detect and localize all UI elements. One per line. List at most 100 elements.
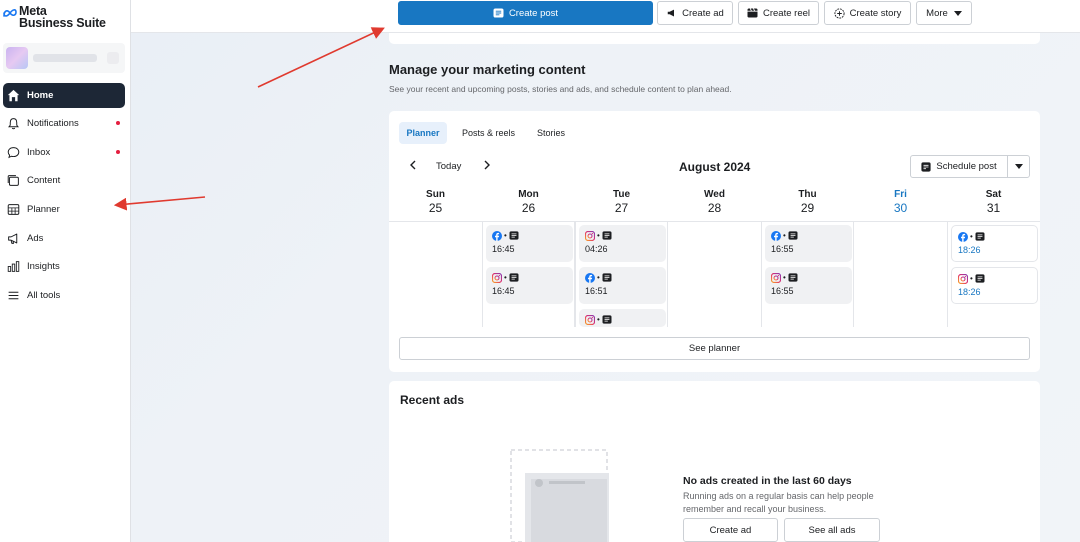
- sidebar-item-inbox[interactable]: Inbox: [3, 140, 125, 165]
- sidebar-item-label: All tools: [27, 290, 61, 301]
- clapperboard-icon: [747, 8, 758, 18]
- sidebar-item-content[interactable]: Content: [3, 168, 125, 193]
- previous-week-button[interactable]: [405, 158, 419, 172]
- recent-ads-title: Recent ads: [400, 393, 465, 407]
- calendar-column-divider: [667, 222, 668, 327]
- sidebar-item-notifications[interactable]: Notifications: [3, 111, 125, 136]
- day-header-tue: Tue 27: [575, 189, 668, 215]
- sidebar-item-planner[interactable]: Planner: [3, 197, 125, 222]
- create-story-button[interactable]: Create story: [824, 1, 911, 25]
- caret-down-icon: [1014, 164, 1023, 169]
- empty-ads-illustration: [510, 449, 609, 542]
- post-platform-icons: •: [771, 230, 852, 241]
- post-type-icon: [788, 273, 798, 282]
- calendar-column-divider: [761, 222, 762, 327]
- day-number: 25: [428, 201, 443, 215]
- instagram-icon: [958, 273, 968, 284]
- see-all-ads-button[interactable]: See all ads: [784, 518, 880, 542]
- sidebar-item-insights[interactable]: Insights: [3, 254, 125, 279]
- more-button[interactable]: More: [916, 1, 972, 25]
- post-platform-icons: •: [958, 273, 1037, 284]
- schedule-dropdown-button[interactable]: [1007, 155, 1030, 178]
- chat-bubble-icon: [6, 146, 20, 160]
- empty-ads-title: No ads created in the last 60 days: [683, 475, 852, 487]
- create-reel-button[interactable]: Create reel: [738, 1, 819, 25]
- separator-dot: •: [597, 315, 600, 324]
- post-type-icon: [975, 232, 985, 241]
- calendar-post-item[interactable]: • 16:55: [765, 225, 852, 262]
- tab-stories[interactable]: Stories: [531, 122, 571, 144]
- sidebar-item-all-tools[interactable]: All tools: [3, 283, 125, 308]
- post-time: 04:26: [585, 244, 608, 254]
- post-time: 16:51: [585, 286, 608, 296]
- section-title: Manage your marketing content: [389, 62, 586, 77]
- day-header-fri: Fri 30: [854, 189, 947, 215]
- day-name: Sat: [985, 189, 1002, 200]
- create-ad-cta-button[interactable]: Create ad: [683, 518, 778, 542]
- calendar-column-divider: [947, 222, 948, 327]
- previous-card-stub: [389, 33, 1040, 44]
- account-avatar: [6, 47, 28, 69]
- post-time: 18:26: [958, 287, 981, 297]
- post-platform-icons: •: [492, 272, 573, 283]
- sidebar-item-home[interactable]: Home: [3, 83, 125, 108]
- bar-chart-icon: [6, 260, 20, 274]
- sidebar-item-label: Content: [27, 175, 61, 186]
- home-icon: [6, 89, 20, 103]
- tab-posts-reels[interactable]: Posts & reels: [456, 122, 521, 144]
- facebook-icon: [771, 230, 781, 241]
- today-button[interactable]: Today: [436, 161, 461, 172]
- calendar-post-item[interactable]: • 16:45: [486, 267, 573, 304]
- post-type-icon: [975, 274, 985, 283]
- separator-dot: •: [504, 231, 507, 240]
- separator-dot: •: [970, 232, 973, 241]
- calendar-post-item[interactable]: • 18:26: [951, 225, 1038, 262]
- create-reel-label: Create reel: [763, 7, 810, 19]
- tab-planner[interactable]: Planner: [399, 122, 447, 144]
- next-week-button[interactable]: [480, 158, 494, 172]
- post-time: 16:55: [771, 244, 794, 254]
- calendar-post-item[interactable]: •: [579, 309, 666, 327]
- schedule-post-button[interactable]: Schedule post: [910, 155, 1008, 178]
- top-toolbar: Create post Create ad Create reel Create…: [131, 0, 1080, 33]
- see-planner-button[interactable]: See planner: [399, 337, 1030, 360]
- sidebar-item-label: Insights: [27, 261, 60, 272]
- post-type-icon: [788, 231, 798, 240]
- schedule-icon: [921, 161, 931, 172]
- day-header-mon: Mon 26: [482, 189, 575, 215]
- post-platform-icons: •: [585, 314, 666, 325]
- meta-business-suite-logo[interactable]: Meta Business Suite: [2, 5, 106, 29]
- more-label: More: [926, 7, 948, 19]
- calendar-post-item[interactable]: • 16:55: [765, 267, 852, 304]
- post-time: 16:45: [492, 244, 515, 254]
- post-type-icon: [602, 273, 612, 282]
- day-header-wed: Wed 28: [668, 189, 761, 215]
- facebook-icon: [492, 230, 502, 241]
- chevron-left-icon: [409, 160, 415, 170]
- account-switcher[interactable]: [3, 43, 125, 73]
- separator-dot: •: [970, 274, 973, 283]
- calendar-post-item[interactable]: • 16:45: [486, 225, 573, 262]
- post-time: 18:26: [958, 245, 981, 255]
- sidebar-item-label: Ads: [27, 233, 44, 244]
- separator-dot: •: [597, 273, 600, 282]
- create-ad-button[interactable]: Create ad: [657, 1, 733, 25]
- calendar-post-item[interactable]: • 18:26: [951, 267, 1038, 304]
- post-type-icon: [602, 231, 612, 240]
- empty-ads-text: Running ads on a regular basis can help …: [683, 491, 874, 514]
- create-post-button[interactable]: Create post: [398, 1, 653, 25]
- day-number: 28: [707, 201, 722, 215]
- meta-infinity-icon: [3, 9, 17, 17]
- calendar-post-item[interactable]: • 04:26: [579, 225, 666, 262]
- sidebar-item-ads[interactable]: Ads: [3, 226, 125, 251]
- calendar-post-item[interactable]: • 16:51: [579, 267, 666, 304]
- facebook-icon: [585, 272, 595, 283]
- create-post-label: Create post: [508, 7, 559, 19]
- instagram-icon: [585, 314, 595, 325]
- day-number: 27: [614, 201, 629, 215]
- separator-dot: •: [783, 231, 786, 240]
- day-name: Fri: [894, 189, 907, 200]
- bell-icon: [6, 117, 20, 131]
- sidebar-item-label: Notifications: [27, 118, 79, 129]
- post-platform-icons: •: [585, 230, 666, 241]
